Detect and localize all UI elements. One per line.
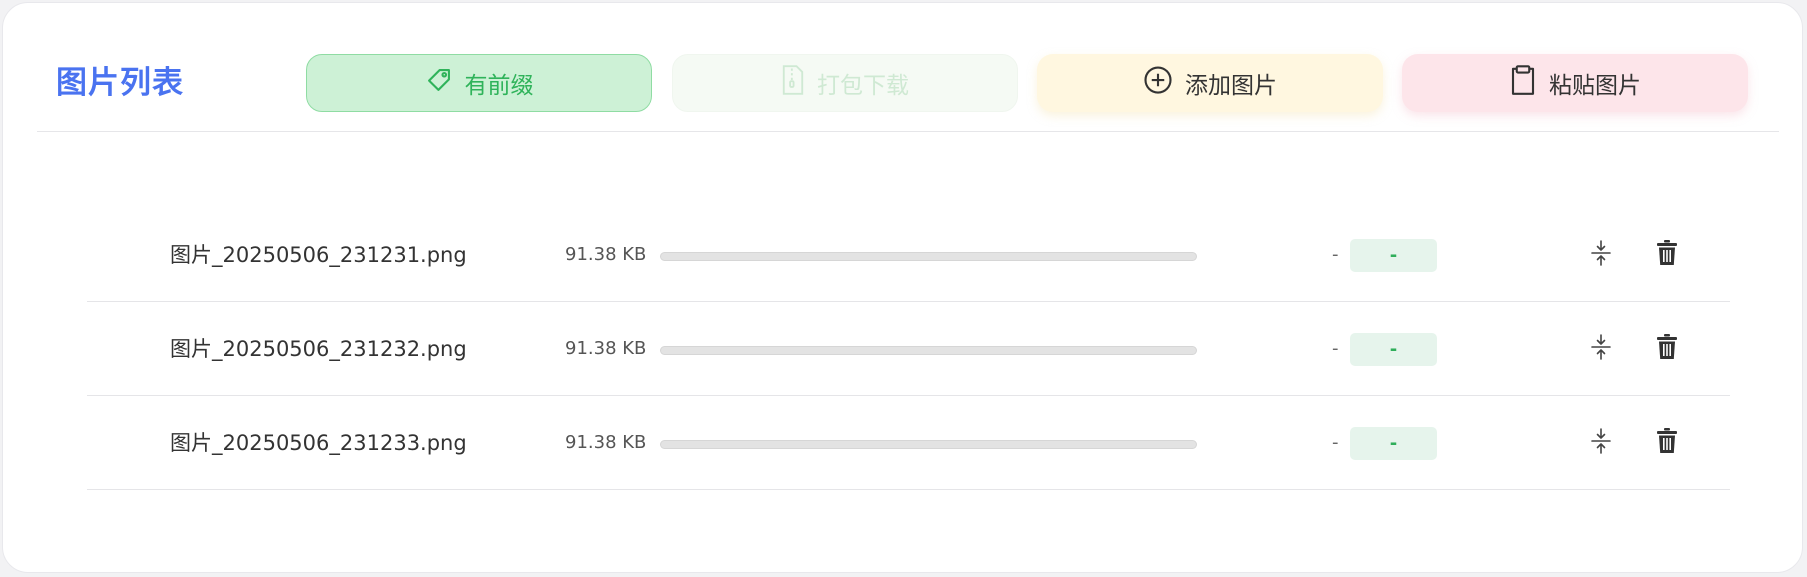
add-button-label: 添加图片 (1185, 73, 1277, 99)
compression-progress-bar (660, 440, 1197, 449)
trash-icon (1656, 240, 1678, 270)
clipboard-icon (1509, 65, 1549, 101)
compress-arrows-icon (1590, 334, 1612, 364)
compress-arrows-icon (1590, 428, 1612, 458)
prefix-toggle-button[interactable]: 有前缀 (306, 54, 652, 112)
add-image-button[interactable]: 添加图片 (1037, 54, 1383, 112)
compressed-size: - (1332, 244, 1339, 265)
paste-image-button[interactable]: 粘贴图片 (1402, 54, 1748, 112)
download-button-label: 打包下载 (817, 73, 909, 99)
file-size: 91.38 KB (565, 338, 647, 359)
paste-button-label: 粘贴图片 (1549, 73, 1641, 99)
download-zip-button[interactable]: 打包下载 (672, 54, 1018, 112)
page-title: 图片列表 (56, 65, 184, 101)
header-divider (37, 131, 1779, 132)
compress-button[interactable] (1586, 428, 1616, 458)
compressed-size: - (1332, 338, 1339, 359)
file-name: 图片_20250506_231232.png (170, 337, 467, 361)
image-list-card: 图片列表 有前缀 打包下载 添加图片 粘贴图片 图片_20250506_2312… (2, 2, 1803, 573)
compression-progress-bar (660, 252, 1197, 261)
file-name: 图片_20250506_231231.png (170, 243, 467, 267)
plus-circle-icon (1143, 65, 1185, 101)
file-name: 图片_20250506_231233.png (170, 431, 467, 455)
compression-ratio-badge: - (1350, 427, 1437, 460)
trash-icon (1656, 334, 1678, 364)
trash-icon (1656, 428, 1678, 458)
zip-file-icon (781, 65, 817, 101)
file-size: 91.38 KB (565, 244, 647, 265)
tag-icon (425, 66, 465, 100)
compression-ratio-badge: - (1350, 333, 1437, 366)
delete-button[interactable] (1652, 240, 1682, 270)
delete-button[interactable] (1652, 334, 1682, 364)
file-size: 91.38 KB (565, 432, 647, 453)
compressed-size: - (1332, 432, 1339, 453)
compression-ratio-badge: - (1350, 239, 1437, 272)
file-row: 图片_20250506_231231.png 91.38 KB - - (87, 208, 1730, 302)
compress-button[interactable] (1586, 240, 1616, 270)
delete-button[interactable] (1652, 428, 1682, 458)
file-row: 图片_20250506_231233.png 91.38 KB - - (87, 396, 1730, 490)
compress-arrows-icon (1590, 240, 1612, 270)
compression-progress-bar (660, 346, 1197, 355)
file-row: 图片_20250506_231232.png 91.38 KB - - (87, 302, 1730, 396)
prefix-button-label: 有前缀 (464, 73, 534, 99)
compress-button[interactable] (1586, 334, 1616, 364)
